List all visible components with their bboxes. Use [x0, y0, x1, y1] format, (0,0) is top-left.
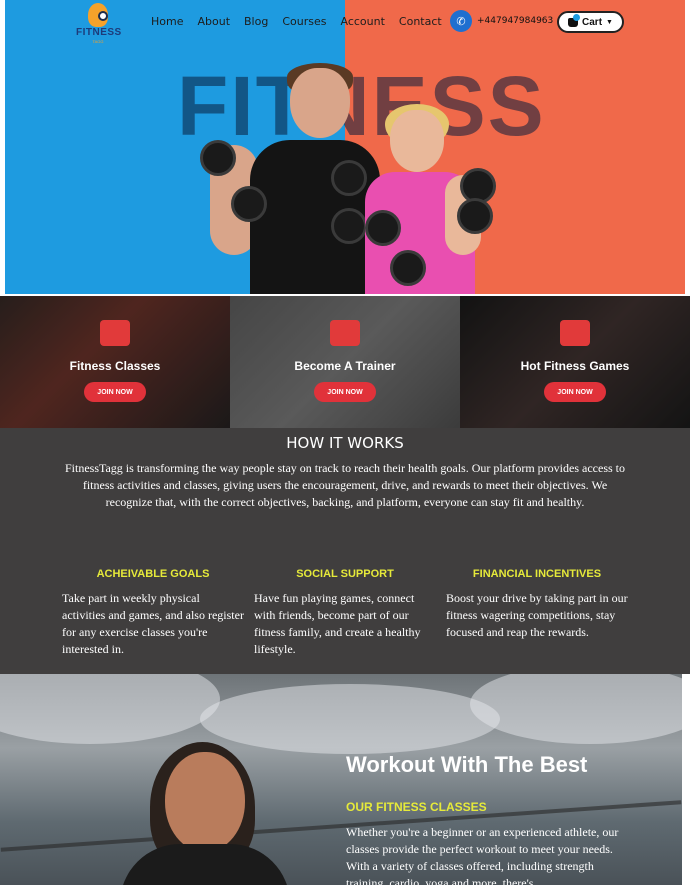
dumbbell-icon — [331, 208, 367, 244]
workout-title: Workout With The Best — [346, 752, 588, 777]
dumbbell-icon — [200, 140, 236, 176]
site-logo[interactable]: FITNESS TAGG — [76, 3, 122, 44]
feature-column-goals: ACHEIVABLE GOALS Take part in weekly phy… — [62, 568, 244, 658]
athlete-face — [165, 752, 245, 852]
workout-section: Workout With The Best OUR FITNESS CLASSE… — [0, 674, 682, 885]
join-now-button[interactable]: JOIN NOW — [544, 382, 606, 402]
tile-title: Hot Fitness Games — [520, 359, 630, 373]
logo-subtext: TAGG — [92, 39, 104, 44]
nav-link-about[interactable]: About — [197, 15, 230, 28]
cloud-shape — [470, 674, 682, 744]
cart-badge — [573, 13, 581, 21]
hero-background-word: FITNESS — [177, 59, 546, 153]
phone-number: +447947984963 — [477, 16, 554, 26]
join-now-button[interactable]: JOIN NOW — [84, 382, 146, 402]
tile-title: Fitness Classes — [69, 359, 161, 373]
dumbbell-icon — [365, 210, 401, 246]
tile-hot-fitness-games[interactable]: Hot Fitness Games JOIN NOW — [460, 296, 690, 428]
join-now-button[interactable]: JOIN NOW — [314, 382, 376, 402]
feature-tiles: Fitness Classes JOIN NOW Become A Traine… — [0, 296, 690, 428]
chevron-down-icon: ▼ — [606, 18, 613, 26]
column-title: FINANCIAL INCENTIVES — [472, 568, 602, 580]
section-title: HOW IT WORKS — [286, 434, 404, 452]
nav-link-courses[interactable]: Courses — [282, 15, 326, 28]
dumbbell-icon — [390, 250, 426, 286]
nav-link-contact[interactable]: Contact — [399, 15, 442, 28]
tile-become-trainer[interactable]: Become A Trainer JOIN NOW — [230, 296, 460, 428]
tile-fitness-classes[interactable]: Fitness Classes JOIN NOW — [0, 296, 230, 428]
woman-face — [390, 110, 444, 172]
column-text: Take part in weekly physical activities … — [62, 591, 244, 656]
dumbbell-icon — [457, 198, 493, 234]
section-description: FitnessTagg is transforming the way peop… — [64, 461, 625, 509]
workout-description: Whether you're a beginner or an experien… — [346, 825, 619, 885]
logo-eye-icon — [98, 11, 108, 21]
trainer-icon — [330, 320, 360, 346]
column-title: ACHEIVABLE GOALS — [96, 568, 210, 580]
column-title: SOCIAL SUPPORT — [296, 568, 394, 580]
nav-link-blog[interactable]: Blog — [244, 15, 268, 28]
hero-banner: FITNESS — [5, 0, 685, 294]
column-text: Boost your drive by taking part in our f… — [446, 591, 628, 639]
man-face — [290, 68, 350, 138]
dumbbell-icon — [231, 186, 267, 222]
how-it-works-section: HOW IT WORKS FitnessTagg is transforming… — [0, 428, 690, 674]
main-menu: Home About Blog Courses Account Contact — [151, 15, 442, 28]
workout-subtitle: OUR FITNESS CLASSES — [346, 800, 487, 814]
tile-title: Become A Trainer — [294, 359, 396, 373]
cloud-shape — [200, 684, 500, 754]
top-navigation: FITNESS TAGG Home About Blog Courses Acc… — [0, 0, 690, 44]
cloud-shape — [0, 674, 220, 744]
stopwatch-icon — [560, 320, 590, 346]
cart-label: Cart — [582, 16, 603, 28]
logo-text: FITNESS — [76, 27, 122, 38]
cart-icon — [568, 13, 581, 27]
phone-icon: ✆ — [450, 10, 472, 32]
cart-button[interactable]: Cart ▼ — [557, 11, 624, 33]
athlete-body — [120, 844, 290, 885]
feature-column-social: SOCIAL SUPPORT Have fun playing games, c… — [254, 568, 436, 658]
column-text: Have fun playing games, connect with fri… — [254, 591, 421, 656]
phone-link[interactable]: ✆ +447947984963 — [450, 10, 553, 32]
fitness-icon — [100, 320, 130, 346]
dumbbell-icon — [331, 160, 367, 196]
nav-link-home[interactable]: Home — [151, 15, 183, 28]
nav-link-account[interactable]: Account — [340, 15, 384, 28]
feature-column-financial: FINANCIAL INCENTIVES Boost your drive by… — [446, 568, 628, 641]
